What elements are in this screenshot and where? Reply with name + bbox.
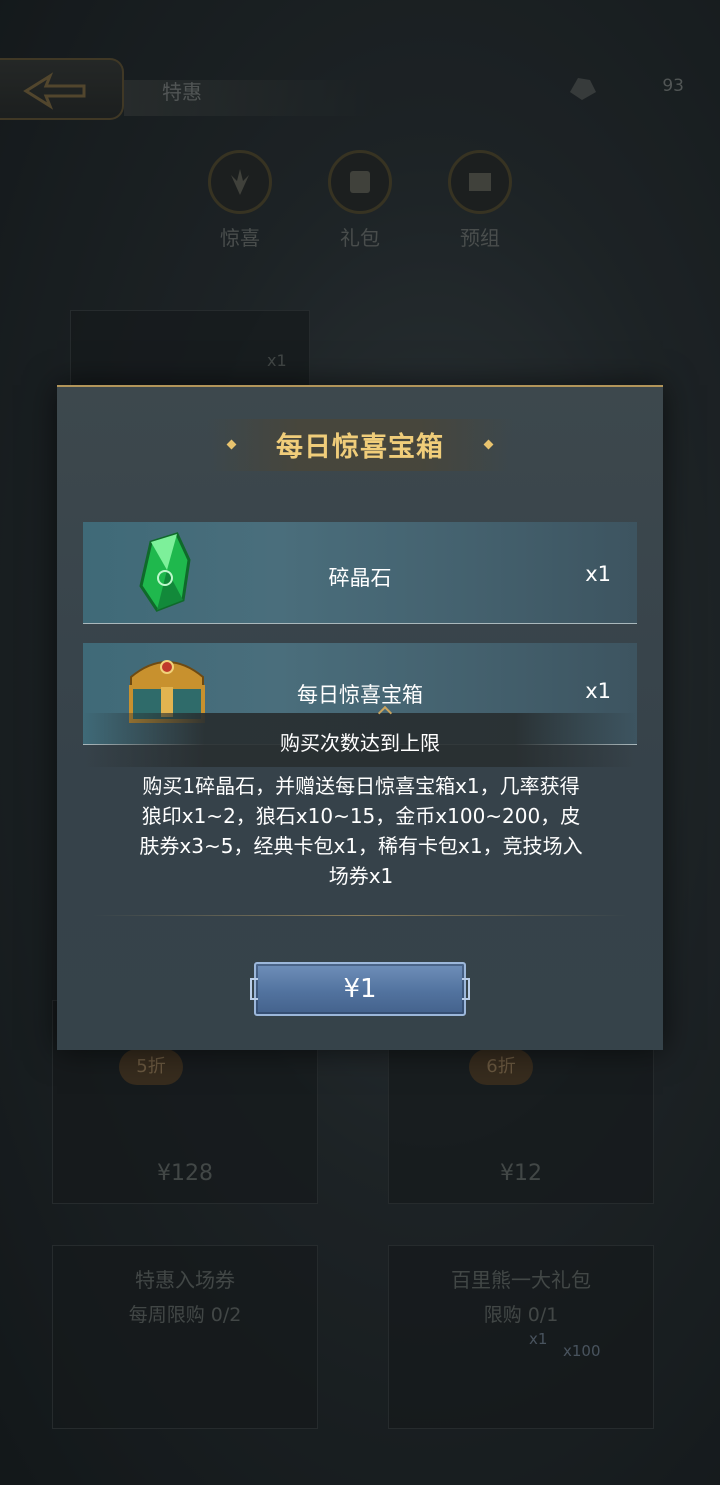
page-title: 特惠 xyxy=(162,80,202,104)
button-notch-right xyxy=(462,978,470,1000)
dialog-title: 每日惊喜宝箱 xyxy=(276,432,444,463)
toast-text: 购买次数达到上限 xyxy=(280,731,440,755)
card-price: ¥128 xyxy=(157,1161,213,1186)
back-button[interactable] xyxy=(0,58,124,120)
reward-qty: x1 xyxy=(585,562,611,586)
tab-surprise[interactable]: 惊喜 xyxy=(205,150,275,251)
discount-badge: 6折 xyxy=(469,1049,533,1085)
card-price: ¥12 xyxy=(500,1161,542,1186)
card-badge: x1 xyxy=(267,351,287,370)
buy-button-label: ¥1 xyxy=(343,974,377,1004)
back-arrow-icon xyxy=(23,72,86,110)
shop-tabs: 惊喜 礼包 预组 xyxy=(205,150,525,260)
surprise-icon xyxy=(208,150,272,214)
gift-icon xyxy=(328,150,392,214)
divider xyxy=(93,915,627,916)
reward-name: 每日惊喜宝箱 xyxy=(297,683,423,707)
reward-description: 购买1碎晶石，并赠送每日惊喜宝箱x1，几率获得狼印x1~2，狼石x10~15，金… xyxy=(139,774,583,888)
tab-deck[interactable]: 预组 xyxy=(445,150,515,251)
discount-badge: 5折 xyxy=(119,1049,183,1085)
card-badge: x1 xyxy=(529,1330,548,1348)
card-limit: 限购 0/1 xyxy=(483,1304,559,1326)
card-big-pack[interactable]: 百里熊一大礼包 限购 0/1 x1 x100 xyxy=(388,1245,654,1429)
top-bar: 特惠 93 xyxy=(0,58,720,120)
purchase-dialog: 每日惊喜宝箱 碎晶石 x1 每日惊喜宝箱 x1 购买次数达到上限 购买1碎晶石，… xyxy=(57,385,663,1050)
crystal-currency-icon xyxy=(564,72,600,106)
card-ticket[interactable]: 特惠入场券 每周限购 0/2 xyxy=(52,1245,318,1429)
reward-qty: x1 xyxy=(585,679,611,703)
card-limit: 每周限购 0/2 xyxy=(128,1304,242,1326)
tab-gift-label: 礼包 xyxy=(340,226,380,250)
card-name: 百里熊一大礼包 xyxy=(451,1268,591,1292)
button-notch-left xyxy=(250,978,258,1000)
limit-toast: 购买次数达到上限 xyxy=(83,705,637,767)
buy-button[interactable]: ¥1 xyxy=(250,962,470,1016)
reward-row: 碎晶石 x1 xyxy=(83,522,637,624)
card-badge: x100 xyxy=(563,1342,601,1360)
tab-surprise-label: 惊喜 xyxy=(220,226,260,250)
card-name: 特惠入场券 xyxy=(135,1268,235,1292)
deck-icon xyxy=(448,150,512,214)
reward-name: 碎晶石 xyxy=(328,566,392,590)
tab-gift[interactable]: 礼包 xyxy=(325,150,395,251)
currency-value: 93 xyxy=(662,76,684,96)
tab-deck-label: 预组 xyxy=(460,226,500,250)
